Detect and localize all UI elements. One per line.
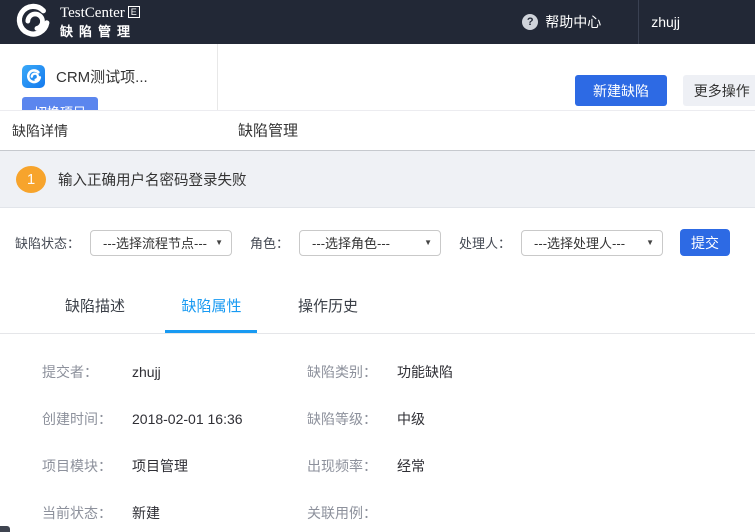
select-caret-icon: ▼ — [215, 238, 223, 247]
field-label: 缺陷等级： — [307, 409, 397, 429]
help-center-link[interactable]: ? 帮助中心 — [522, 12, 601, 32]
defect-banner: 1 输入正确用户名密码登录失败 — [0, 150, 755, 208]
breadcrumb-title: 缺陷详情 — [12, 121, 68, 141]
field-label: 当前状态： — [42, 503, 132, 523]
defect-status-label: 缺陷状态： — [15, 233, 80, 252]
more-operations-label: 更多操作 — [694, 81, 750, 101]
page-head: 缺陷管理 新建缺陷 更多操作 ▾ — [218, 44, 755, 110]
brand-title: TestCenter — [60, 5, 125, 22]
project-cell: CRM测试项... 切换项目 — [0, 44, 218, 110]
brand-logo[interactable]: TestCenter E 缺陷管理 — [14, 3, 140, 41]
field-label: 提交者： — [42, 362, 132, 382]
edition-badge: E — [128, 6, 140, 18]
brand-text: TestCenter E 缺陷管理 — [60, 5, 140, 39]
workflow-node-select[interactable]: ---选择流程节点--- ▼ — [90, 230, 232, 256]
field-label: 出现频率： — [307, 456, 397, 476]
help-center-label: 帮助中心 — [545, 12, 601, 32]
page-title: 缺陷管理 — [238, 120, 298, 141]
role-label: 角色： — [250, 233, 289, 252]
project-swirl-icon — [22, 65, 45, 88]
page-header-row: CRM测试项... 切换项目 缺陷管理 新建缺陷 更多操作 ▾ — [0, 44, 755, 110]
handler-select-value: ---选择处理人--- — [534, 233, 625, 252]
field-occurrence-frequency: 出现频率： 经常 — [307, 442, 755, 489]
field-label: 关联用例： — [307, 503, 397, 523]
defect-title: 输入正确用户名密码登录失败 — [58, 169, 247, 190]
tab-operation-history[interactable]: 操作历史 — [282, 278, 374, 333]
select-caret-icon: ▼ — [424, 238, 432, 247]
defect-index-badge: 1 — [16, 166, 46, 193]
field-value: zhujj — [132, 364, 161, 380]
field-label: 创建时间： — [42, 409, 132, 429]
current-project[interactable]: CRM测试项... — [22, 65, 217, 88]
clipped-corner-widget — [0, 526, 10, 532]
role-select-value: ---选择角色--- — [312, 233, 390, 252]
field-submitter: 提交者： zhujj — [42, 348, 307, 395]
field-value: 新建 — [132, 503, 160, 523]
testcenter-swirl-icon — [14, 3, 52, 41]
new-defect-button[interactable]: 新建缺陷 — [575, 75, 667, 106]
user-menu[interactable]: zhujj — [651, 14, 680, 30]
breadcrumb: 缺陷详情 — [0, 110, 755, 150]
workflow-filter-bar: 缺陷状态： ---选择流程节点--- ▼ 角色： ---选择角色--- ▼ 处理… — [0, 229, 755, 256]
field-linked-case: 关联用例： — [307, 489, 755, 532]
field-project-module: 项目模块： 项目管理 — [42, 442, 307, 489]
select-caret-icon: ▼ — [646, 238, 654, 247]
top-navbar: TestCenter E 缺陷管理 ? 帮助中心 zhujj — [0, 0, 755, 44]
question-mark-icon: ? — [522, 14, 538, 30]
detail-tabs: 缺陷描述 缺陷属性 操作历史 — [0, 278, 755, 334]
field-value: 功能缺陷 — [397, 362, 453, 382]
field-defect-level: 缺陷等级： 中级 — [307, 395, 755, 442]
field-defect-category: 缺陷类别： 功能缺陷 — [307, 348, 755, 395]
tab-defect-description[interactable]: 缺陷描述 — [49, 278, 141, 333]
defect-attributes-panel: 提交者： zhujj 缺陷类别： 功能缺陷 创建时间： 2018-02-01 1… — [0, 334, 755, 532]
field-label: 缺陷类别： — [307, 362, 397, 382]
switch-project-button[interactable]: 切换项目 — [22, 97, 98, 110]
navbar-divider — [638, 0, 639, 44]
field-value: 经常 — [397, 456, 425, 476]
workflow-node-select-value: ---选择流程节点--- — [103, 233, 207, 252]
role-select[interactable]: ---选择角色--- ▼ — [299, 230, 441, 256]
project-name: CRM测试项... — [56, 66, 148, 87]
handler-select[interactable]: ---选择处理人--- ▼ — [521, 230, 663, 256]
submit-button[interactable]: 提交 — [680, 229, 730, 256]
brand-subtitle: 缺陷管理 — [60, 25, 140, 39]
defect-management-page: { "navbar": { "brand_title": "TestCenter… — [0, 0, 755, 532]
field-value: 项目管理 — [132, 456, 188, 476]
field-current-status: 当前状态： 新建 — [42, 489, 307, 532]
more-operations-button[interactable]: 更多操作 ▾ — [683, 75, 755, 106]
field-value: 中级 — [397, 409, 425, 429]
navbar-right: ? 帮助中心 zhujj — [522, 0, 755, 44]
field-label: 项目模块： — [42, 456, 132, 476]
field-value: 2018-02-01 16:36 — [132, 411, 243, 427]
handler-label: 处理人： — [459, 233, 511, 252]
tab-defect-attributes[interactable]: 缺陷属性 — [165, 278, 257, 333]
field-created-time: 创建时间： 2018-02-01 16:36 — [42, 395, 307, 442]
